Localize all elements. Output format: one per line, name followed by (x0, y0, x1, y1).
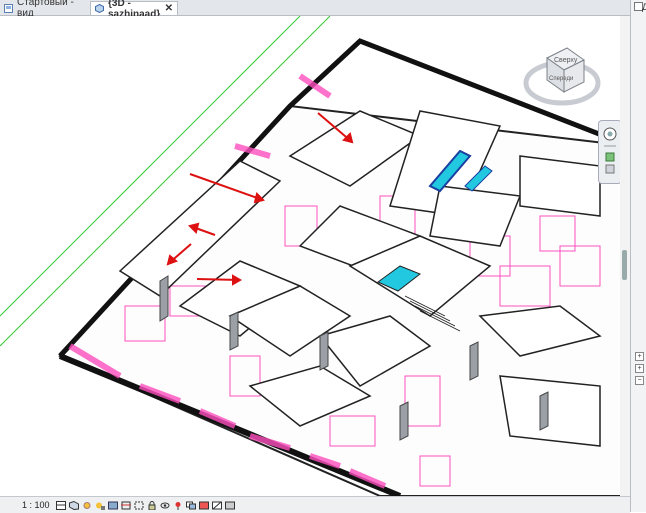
highlight-displacement-icon[interactable] (225, 501, 235, 510)
reveal-hidden-icon[interactable] (173, 501, 183, 510)
lock-view-icon[interactable] (147, 500, 157, 510)
crop-view-icon[interactable] (121, 501, 131, 510)
crop-region-icon[interactable] (134, 501, 144, 510)
vertical-scrollbar[interactable] (620, 16, 630, 496)
scroll-thumb[interactable] (622, 250, 627, 280)
expand-icon[interactable]: + (635, 352, 644, 361)
tab-3d-view[interactable]: {3D - sazhinaad} ✕ (90, 0, 178, 20)
scale-label[interactable]: 1 : 100 (22, 500, 56, 510)
panel-title: Ди (642, 2, 646, 12)
sun-path-icon[interactable] (82, 501, 92, 510)
detail-level-icon[interactable] (56, 500, 66, 510)
collapse-icon[interactable]: − (635, 376, 644, 385)
tab-bar: Стартовый - вид {3D - sazhinaad} ✕ (0, 0, 630, 20)
visual-style-icon[interactable] (69, 500, 79, 510)
view-control-bar: 1 : 100 (0, 496, 630, 513)
viewcube-top-label: Сверху (554, 57, 578, 64)
navigation-bar[interactable] (598, 120, 622, 184)
analytical-model-icon[interactable] (212, 501, 222, 510)
view-icon (4, 3, 13, 13)
viewcube-front-label: Спереди (549, 76, 573, 82)
worksharing-icon[interactable] (186, 501, 196, 510)
3d-view-icon (95, 3, 104, 14)
expand-icon[interactable]: + (635, 364, 644, 373)
tab-start-view[interactable]: Стартовый - вид (0, 0, 88, 19)
shadows-icon[interactable] (95, 501, 105, 510)
right-panel: Ди + + − (630, 0, 646, 512)
temporary-hide-icon[interactable] (160, 501, 170, 510)
render-icon[interactable] (108, 501, 118, 510)
viewcube[interactable]: Сверху Спереди (522, 38, 602, 118)
reveal-constraints-icon[interactable] (199, 501, 209, 510)
close-icon[interactable]: ✕ (165, 3, 173, 14)
